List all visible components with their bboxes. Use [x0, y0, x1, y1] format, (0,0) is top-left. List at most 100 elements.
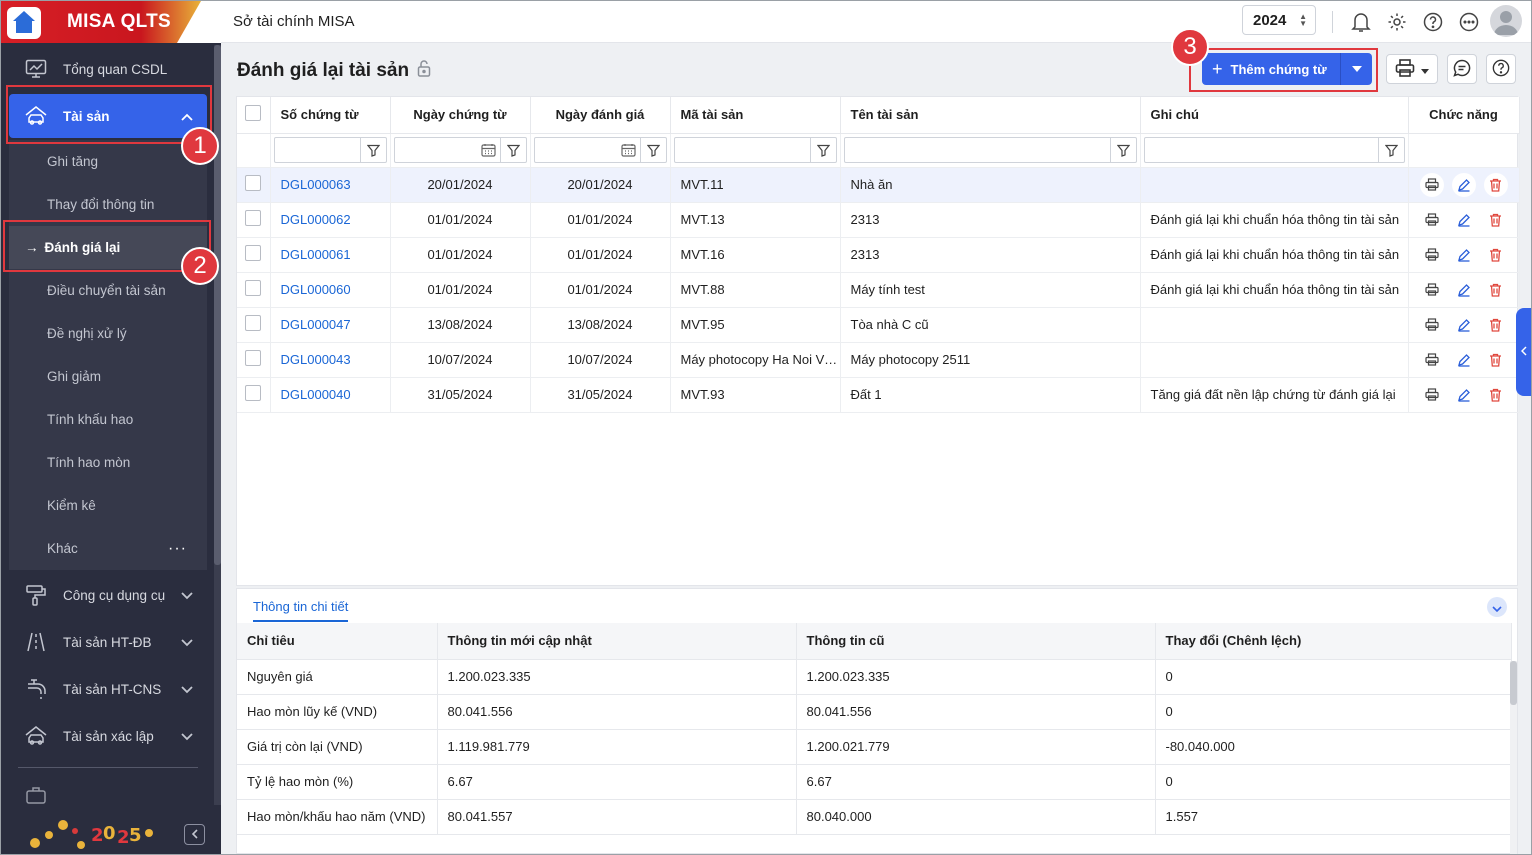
sidebar-item-ht-db[interactable]: Tài sản HT-ĐB — [9, 620, 207, 664]
tab-detail-info[interactable]: Thông tin chi tiết — [253, 599, 349, 622]
submenu-thay-doi-thong-tin[interactable]: Thay đổi thông tin — [9, 183, 207, 226]
sidebar-scrollbar-thumb[interactable] — [214, 45, 221, 565]
filter-icon[interactable] — [359, 138, 386, 162]
date-filter-input[interactable] — [533, 137, 667, 163]
edit-row-icon[interactable] — [1451, 277, 1476, 302]
edit-row-icon[interactable] — [1451, 207, 1476, 232]
edit-row-icon[interactable] — [1451, 382, 1476, 407]
submenu-dieu-chuyen[interactable]: Điều chuyển tài sản — [9, 269, 207, 312]
table-row[interactable]: DGL000040 31/05/2024 31/05/2024 MVT.93 Đất 1… — [237, 377, 1520, 413]
cell-so-chung-tu[interactable]: DGL000060 — [270, 272, 391, 308]
notification-bell-icon[interactable] — [1349, 10, 1373, 34]
table-row[interactable]: DGL000063 20/01/2024 20/01/2024 MVT.11 Nhà ă… — [237, 167, 1520, 203]
date-filter-input[interactable] — [393, 137, 527, 163]
row-checkbox[interactable] — [245, 385, 262, 401]
help-icon[interactable] — [1421, 10, 1445, 34]
submenu-de-nghi-xu-ly[interactable]: Đề nghị xử lý — [9, 312, 207, 355]
filter-input[interactable] — [273, 137, 387, 163]
print-row-icon[interactable] — [1419, 207, 1444, 232]
filter-icon[interactable] — [499, 138, 526, 162]
calendar-icon[interactable] — [478, 138, 500, 162]
delete-row-icon[interactable] — [1483, 312, 1508, 337]
more-icon[interactable]: ··· — [168, 540, 187, 558]
detail-scrollbar-thumb[interactable] — [1510, 661, 1517, 705]
table-row[interactable]: DGL000047 13/08/2024 13/08/2024 MVT.95 Tòa n… — [237, 307, 1520, 343]
filter-input[interactable] — [843, 137, 1137, 163]
print-menu-button[interactable] — [1386, 54, 1438, 84]
col-ngay-danh-gia[interactable]: Ngày đánh giá — [530, 97, 671, 134]
table-row[interactable]: DGL000062 01/01/2024 01/01/2024 MVT.13 2313 Đ… — [237, 202, 1520, 238]
collapse-sidebar-button[interactable] — [184, 824, 205, 845]
submenu-danh-gia-lai[interactable]: → Đánh giá lại — [9, 226, 207, 269]
calendar-icon[interactable] — [618, 138, 640, 162]
cell-so-chung-tu[interactable]: DGL000047 — [270, 307, 391, 343]
table-row[interactable]: DGL000060 01/01/2024 01/01/2024 MVT.88 Máy t… — [237, 272, 1520, 308]
unlock-icon[interactable] — [417, 59, 431, 83]
row-checkbox[interactable] — [245, 350, 262, 366]
cell-so-chung-tu[interactable]: DGL000061 — [270, 237, 391, 273]
filter-input[interactable] — [1143, 137, 1405, 163]
col-ngay-chung-tu[interactable]: Ngày chứng từ — [390, 97, 531, 134]
submenu-ghi-tang[interactable]: Ghi tăng — [9, 140, 207, 183]
row-checkbox[interactable] — [245, 315, 262, 331]
delete-row-icon[interactable] — [1483, 382, 1508, 407]
settings-gear-icon[interactable] — [1385, 10, 1409, 34]
filter-icon[interactable] — [639, 138, 666, 162]
edit-row-icon[interactable] — [1451, 242, 1476, 267]
cell-so-chung-tu[interactable]: DGL000040 — [270, 377, 391, 413]
col-ten-tai-san[interactable]: Tên tài sản — [840, 97, 1141, 134]
sidebar-item-ht-cns[interactable]: Tài sản HT-CNS — [9, 667, 207, 711]
spinner-icon[interactable]: ▲ ▼ — [1299, 13, 1307, 28]
delete-row-icon[interactable] — [1483, 242, 1508, 267]
submenu-tinh-hao-mon[interactable]: Tính hao mòn — [9, 441, 207, 484]
submenu-khac[interactable]: Khác ··· — [9, 527, 207, 570]
col-ghi-chu[interactable]: Ghi chú — [1140, 97, 1409, 134]
user-avatar[interactable] — [1490, 5, 1522, 37]
edit-row-icon[interactable] — [1451, 172, 1476, 197]
sidebar-item-tools[interactable]: Công cụ dụng cụ — [9, 573, 207, 617]
page-help-button[interactable] — [1486, 54, 1516, 84]
submenu-tinh-khau-hao[interactable]: Tính khấu hao — [9, 398, 207, 441]
print-row-icon[interactable] — [1419, 312, 1444, 337]
edit-row-icon[interactable] — [1451, 347, 1476, 372]
edit-row-icon[interactable] — [1451, 312, 1476, 337]
print-row-icon[interactable] — [1419, 172, 1444, 197]
row-checkbox[interactable] — [245, 175, 262, 191]
submenu-ghi-giam[interactable]: Ghi giảm — [9, 355, 207, 398]
table-row[interactable]: DGL000043 10/07/2024 10/07/2024 Máy photoco… — [237, 342, 1520, 378]
right-panel-toggle[interactable] — [1516, 308, 1531, 396]
filter-icon[interactable] — [1377, 138, 1404, 162]
filter-input[interactable] — [673, 137, 837, 163]
delete-row-icon[interactable] — [1483, 172, 1508, 197]
print-row-icon[interactable] — [1419, 242, 1444, 267]
print-row-icon[interactable] — [1419, 277, 1444, 302]
print-row-icon[interactable] — [1419, 382, 1444, 407]
print-row-icon[interactable] — [1419, 347, 1444, 372]
cell-so-chung-tu[interactable]: DGL000063 — [270, 167, 391, 203]
col-ma-tai-san[interactable]: Mã tài sản — [670, 97, 841, 134]
add-document-button[interactable]: + Thêm chứng từ — [1202, 53, 1372, 85]
row-checkbox[interactable] — [245, 280, 262, 296]
delete-row-icon[interactable] — [1483, 277, 1508, 302]
col-so-chung-tu[interactable]: Số chứng từ — [270, 97, 391, 134]
cell-so-chung-tu[interactable]: DGL000043 — [270, 342, 391, 378]
comment-button[interactable] — [1447, 54, 1477, 84]
table-row[interactable]: DGL000061 01/01/2024 01/01/2024 MVT.16 2313 Đ… — [237, 237, 1520, 273]
year-selector[interactable]: 2024 ▲ ▼ — [1242, 5, 1316, 35]
row-checkbox[interactable] — [245, 210, 262, 226]
delete-row-icon[interactable] — [1483, 347, 1508, 372]
more-options-icon[interactable] — [1457, 10, 1481, 34]
select-all-checkbox[interactable] — [245, 105, 262, 122]
sidebar-item-xac-lap[interactable]: Tài sản xác lập — [9, 714, 207, 758]
sidebar-item-assets[interactable]: Tài sản — [9, 94, 207, 138]
sidebar-item-overview[interactable]: Tổng quan CSDL — [9, 47, 207, 91]
add-dropdown-button[interactable] — [1340, 53, 1372, 85]
cell-so-chung-tu[interactable]: DGL000062 — [270, 202, 391, 238]
submenu-kiem-ke[interactable]: Kiểm kê — [9, 484, 207, 527]
filter-icon[interactable] — [1109, 138, 1136, 162]
filter-icon[interactable] — [809, 138, 836, 162]
row-checkbox[interactable] — [245, 245, 262, 261]
logo[interactable]: MISA QLTS — [1, 1, 221, 43]
collapse-detail-button[interactable] — [1487, 597, 1507, 617]
delete-row-icon[interactable] — [1483, 207, 1508, 232]
